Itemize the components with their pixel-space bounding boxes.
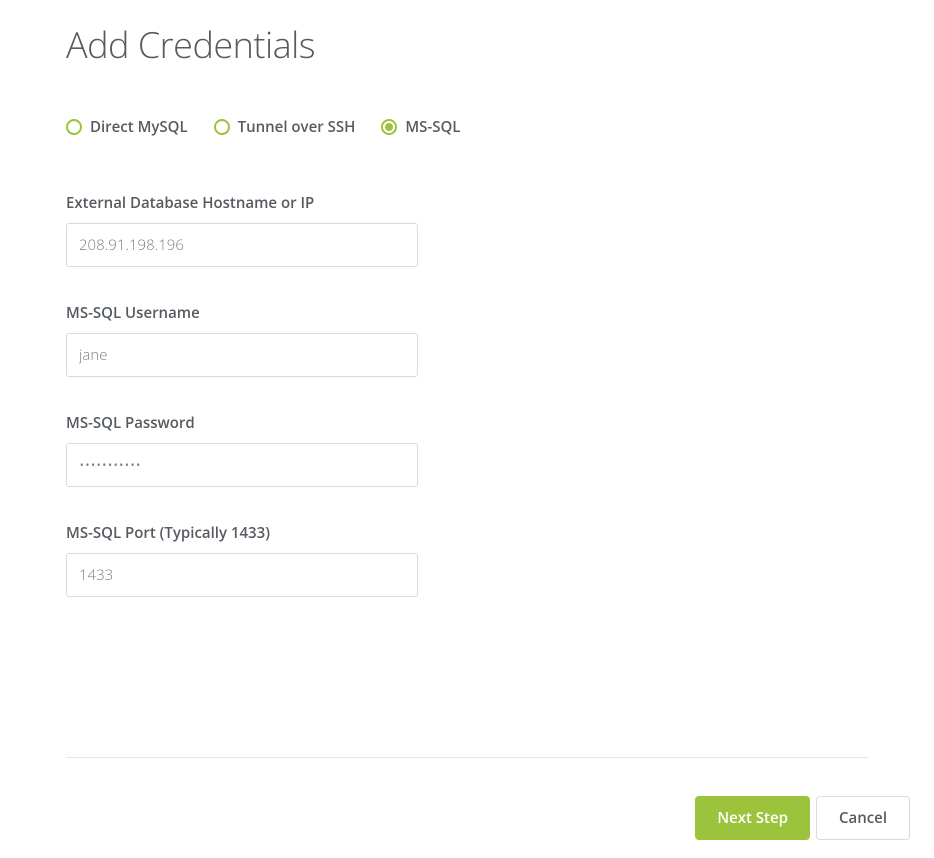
- page-title: Add Credentials: [66, 20, 868, 69]
- password-input[interactable]: [66, 443, 418, 487]
- port-label: MS-SQL Port (Typically 1433): [66, 523, 868, 543]
- username-input[interactable]: [66, 333, 418, 377]
- next-step-button[interactable]: Next Step: [695, 796, 810, 840]
- footer-actions: Next Step Cancel: [0, 758, 934, 840]
- radio-label: Tunnel over SSH: [238, 117, 356, 137]
- hostname-input[interactable]: [66, 223, 418, 267]
- username-label: MS-SQL Username: [66, 303, 868, 323]
- connection-type-radio-group: Direct MySQL Tunnel over SSH MS-SQL: [66, 117, 868, 137]
- radio-label: MS-SQL: [405, 117, 460, 137]
- radio-checked-icon: [381, 119, 397, 135]
- cancel-button[interactable]: Cancel: [816, 796, 910, 840]
- radio-option-mssql[interactable]: MS-SQL: [381, 117, 460, 137]
- radio-option-direct-mysql[interactable]: Direct MySQL: [66, 117, 188, 137]
- radio-option-tunnel-ssh[interactable]: Tunnel over SSH: [214, 117, 356, 137]
- hostname-label: External Database Hostname or IP: [66, 193, 868, 213]
- radio-unchecked-icon: [214, 119, 230, 135]
- port-input[interactable]: [66, 553, 418, 597]
- password-label: MS-SQL Password: [66, 413, 868, 433]
- radio-label: Direct MySQL: [90, 117, 188, 137]
- radio-unchecked-icon: [66, 119, 82, 135]
